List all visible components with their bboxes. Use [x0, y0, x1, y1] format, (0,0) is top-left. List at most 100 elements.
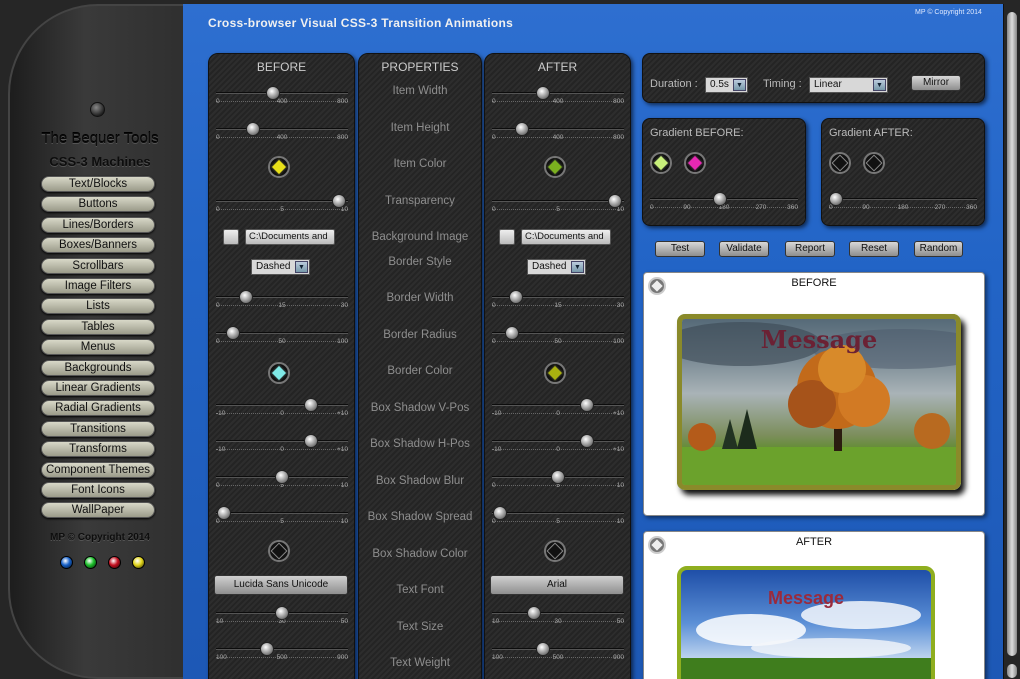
before-shadow-blur-slider[interactable]: 0 5 10	[216, 470, 348, 492]
color-diamond-icon	[831, 154, 849, 172]
preview-before-message: Message	[760, 325, 878, 354]
property-label: Box Shadow V-Pos	[370, 402, 470, 414]
before-background-image-picker[interactable]: C:\Documents and	[223, 228, 335, 246]
slider-knob[interactable]	[245, 122, 260, 136]
validate-button[interactable]: Validate	[719, 241, 769, 257]
scrollbar[interactable]	[1003, 4, 1020, 679]
before-border-radius-slider[interactable]: 0 50 100	[216, 326, 348, 348]
before-shadow-color-swatch[interactable]	[268, 540, 290, 562]
timing-select[interactable]: Linear ▼	[809, 77, 888, 93]
slider-knob[interactable]	[275, 606, 289, 620]
sidebar-item-boxes-banners[interactable]: Boxes/Banners	[41, 237, 155, 254]
gradient-before-angle-slider[interactable]: 0 90 180 270 360	[650, 192, 798, 214]
slider-knob[interactable]	[508, 290, 523, 304]
after-background-image-picker[interactable]: C:\Documents and	[499, 228, 611, 246]
sidebar-item-menus[interactable]: Menus	[41, 339, 155, 356]
property-label: Text Size	[396, 621, 444, 633]
after-shadow-hpos-slider[interactable]: -10 0 +10	[492, 434, 624, 456]
after-column-header: AFTER	[537, 60, 578, 74]
after-border-style-select[interactable]: Dashed ▼	[527, 259, 586, 275]
property-label: Item Color	[393, 158, 447, 170]
slider-knob[interactable]	[580, 398, 595, 412]
after-shadow-blur-slider[interactable]: 0 5 10	[492, 470, 624, 492]
before-shadow-hpos-slider[interactable]: -10 0 +10	[216, 434, 348, 456]
slider-tick-label: 180	[897, 204, 909, 211]
mirror-button[interactable]: Mirror	[911, 75, 961, 91]
before-text-weight-slider[interactable]: 100 500 900	[216, 642, 348, 664]
theme-dot-blue[interactable]	[60, 556, 73, 569]
before-transparency-slider[interactable]: 0 5 10	[216, 194, 348, 216]
sidebar-item-wallpaper[interactable]: WallPaper	[41, 502, 155, 519]
after-text-weight-slider[interactable]: 100 500 900	[492, 642, 624, 664]
gradient-after-color-2[interactable]	[863, 152, 885, 174]
sidebar-item-text-blocks[interactable]: Text/Blocks	[41, 176, 155, 192]
test-button[interactable]: Test	[655, 241, 705, 257]
slider-knob[interactable]	[265, 86, 280, 100]
before-item-height-slider[interactable]: 0 400 800	[216, 122, 348, 144]
sidebar-item-transitions[interactable]: Transitions	[41, 420, 155, 437]
theme-dot-yellow[interactable]	[132, 556, 145, 569]
after-border-width-slider[interactable]: 0 15 30	[492, 290, 624, 312]
slider-knob[interactable]	[607, 194, 622, 208]
sidebar-item-transforms[interactable]: Transforms	[41, 441, 155, 458]
slider-tick-label: 10	[616, 518, 624, 525]
before-border-style-select[interactable]: Dashed ▼	[251, 259, 310, 275]
after-item-height-slider[interactable]: 0 400 800	[492, 122, 624, 144]
random-button[interactable]: Random	[914, 241, 963, 257]
slider-knob[interactable]	[275, 470, 289, 484]
sidebar-item-font-icons[interactable]: Font Icons	[41, 482, 155, 498]
sidebar-item-image-filters[interactable]: Image Filters	[41, 278, 155, 294]
after-transparency-slider[interactable]: 0 5 10	[492, 194, 624, 216]
sidebar-item-radial-gradients[interactable]: Radial Gradients	[41, 400, 155, 417]
gradient-after-color-1[interactable]	[829, 152, 851, 174]
report-button[interactable]: Report	[785, 241, 835, 257]
sidebar-item-buttons[interactable]: Buttons	[41, 196, 155, 213]
slider-knob[interactable]	[331, 194, 346, 208]
slider-knob[interactable]	[492, 506, 507, 520]
after-shadow-vpos-slider[interactable]: -10 0 +10	[492, 398, 624, 420]
after-text-font-button[interactable]: Arial	[490, 575, 624, 595]
sidebar-item-lines-borders[interactable]: Lines/Borders	[41, 216, 155, 233]
reset-button[interactable]: Reset	[849, 241, 899, 257]
sidebar-item-linear-gradients[interactable]: Linear Gradients	[41, 380, 155, 396]
slider-tick-label: 500	[552, 654, 564, 661]
after-border-radius-slider[interactable]: 0 50 100	[492, 326, 624, 348]
after-shadow-spread-slider[interactable]: 0 5 10	[492, 506, 624, 528]
slider-knob[interactable]	[304, 434, 319, 448]
after-item-width-slider[interactable]: 0 400 800	[492, 86, 624, 108]
before-border-color-swatch[interactable]	[268, 362, 290, 384]
sidebar-item-tables[interactable]: Tables	[41, 318, 155, 335]
before-text-font-button[interactable]: Lucida Sans Unicode	[214, 575, 348, 595]
scroll-down-arrow[interactable]	[1007, 664, 1017, 678]
gradient-before-color-1[interactable]	[650, 152, 672, 174]
before-item-color-swatch[interactable]	[268, 156, 290, 178]
theme-dot-red[interactable]	[108, 556, 121, 569]
after-border-color-swatch[interactable]	[544, 362, 566, 384]
before-item-width-slider[interactable]: 0 400 800	[216, 86, 348, 108]
slider-knob[interactable]	[504, 326, 519, 340]
after-shadow-color-swatch[interactable]	[544, 540, 566, 562]
slider-knob[interactable]	[712, 192, 727, 206]
slider-tick-label: 10	[340, 518, 348, 525]
before-text-size-slider[interactable]: 10 30 50	[216, 606, 348, 628]
before-shadow-vpos-slider[interactable]: -10 0 +10	[216, 398, 348, 420]
after-background-image-checkbox[interactable]	[499, 229, 515, 245]
gradient-after-angle-slider[interactable]: 0 90 180 270 360	[829, 192, 977, 214]
slider-knob[interactable]	[551, 470, 565, 484]
before-border-width-slider[interactable]: 0 15 30	[216, 290, 348, 312]
sidebar-item-backgrounds[interactable]: Backgrounds	[41, 359, 155, 376]
scrollbar-thumb[interactable]	[1007, 12, 1017, 656]
before-background-image-checkbox[interactable]	[223, 229, 239, 245]
theme-dot-green[interactable]	[84, 556, 97, 569]
sidebar-item-component-themes[interactable]: Component Themes	[41, 461, 155, 478]
slider-knob[interactable]	[304, 398, 319, 412]
sidebar-item-lists[interactable]: Lists	[41, 298, 155, 315]
gradient-before-color-2[interactable]	[684, 152, 706, 174]
sidebar-item-scrollbars[interactable]: Scrollbars	[41, 257, 155, 274]
slider-knob[interactable]	[580, 434, 595, 448]
duration-select[interactable]: 0.5s ▼	[705, 77, 748, 93]
after-text-size-slider[interactable]: 10 30 50	[492, 606, 624, 628]
slider-knob[interactable]	[216, 506, 231, 520]
after-item-color-swatch[interactable]	[544, 156, 566, 178]
before-shadow-spread-slider[interactable]: 0 5 10	[216, 506, 348, 528]
